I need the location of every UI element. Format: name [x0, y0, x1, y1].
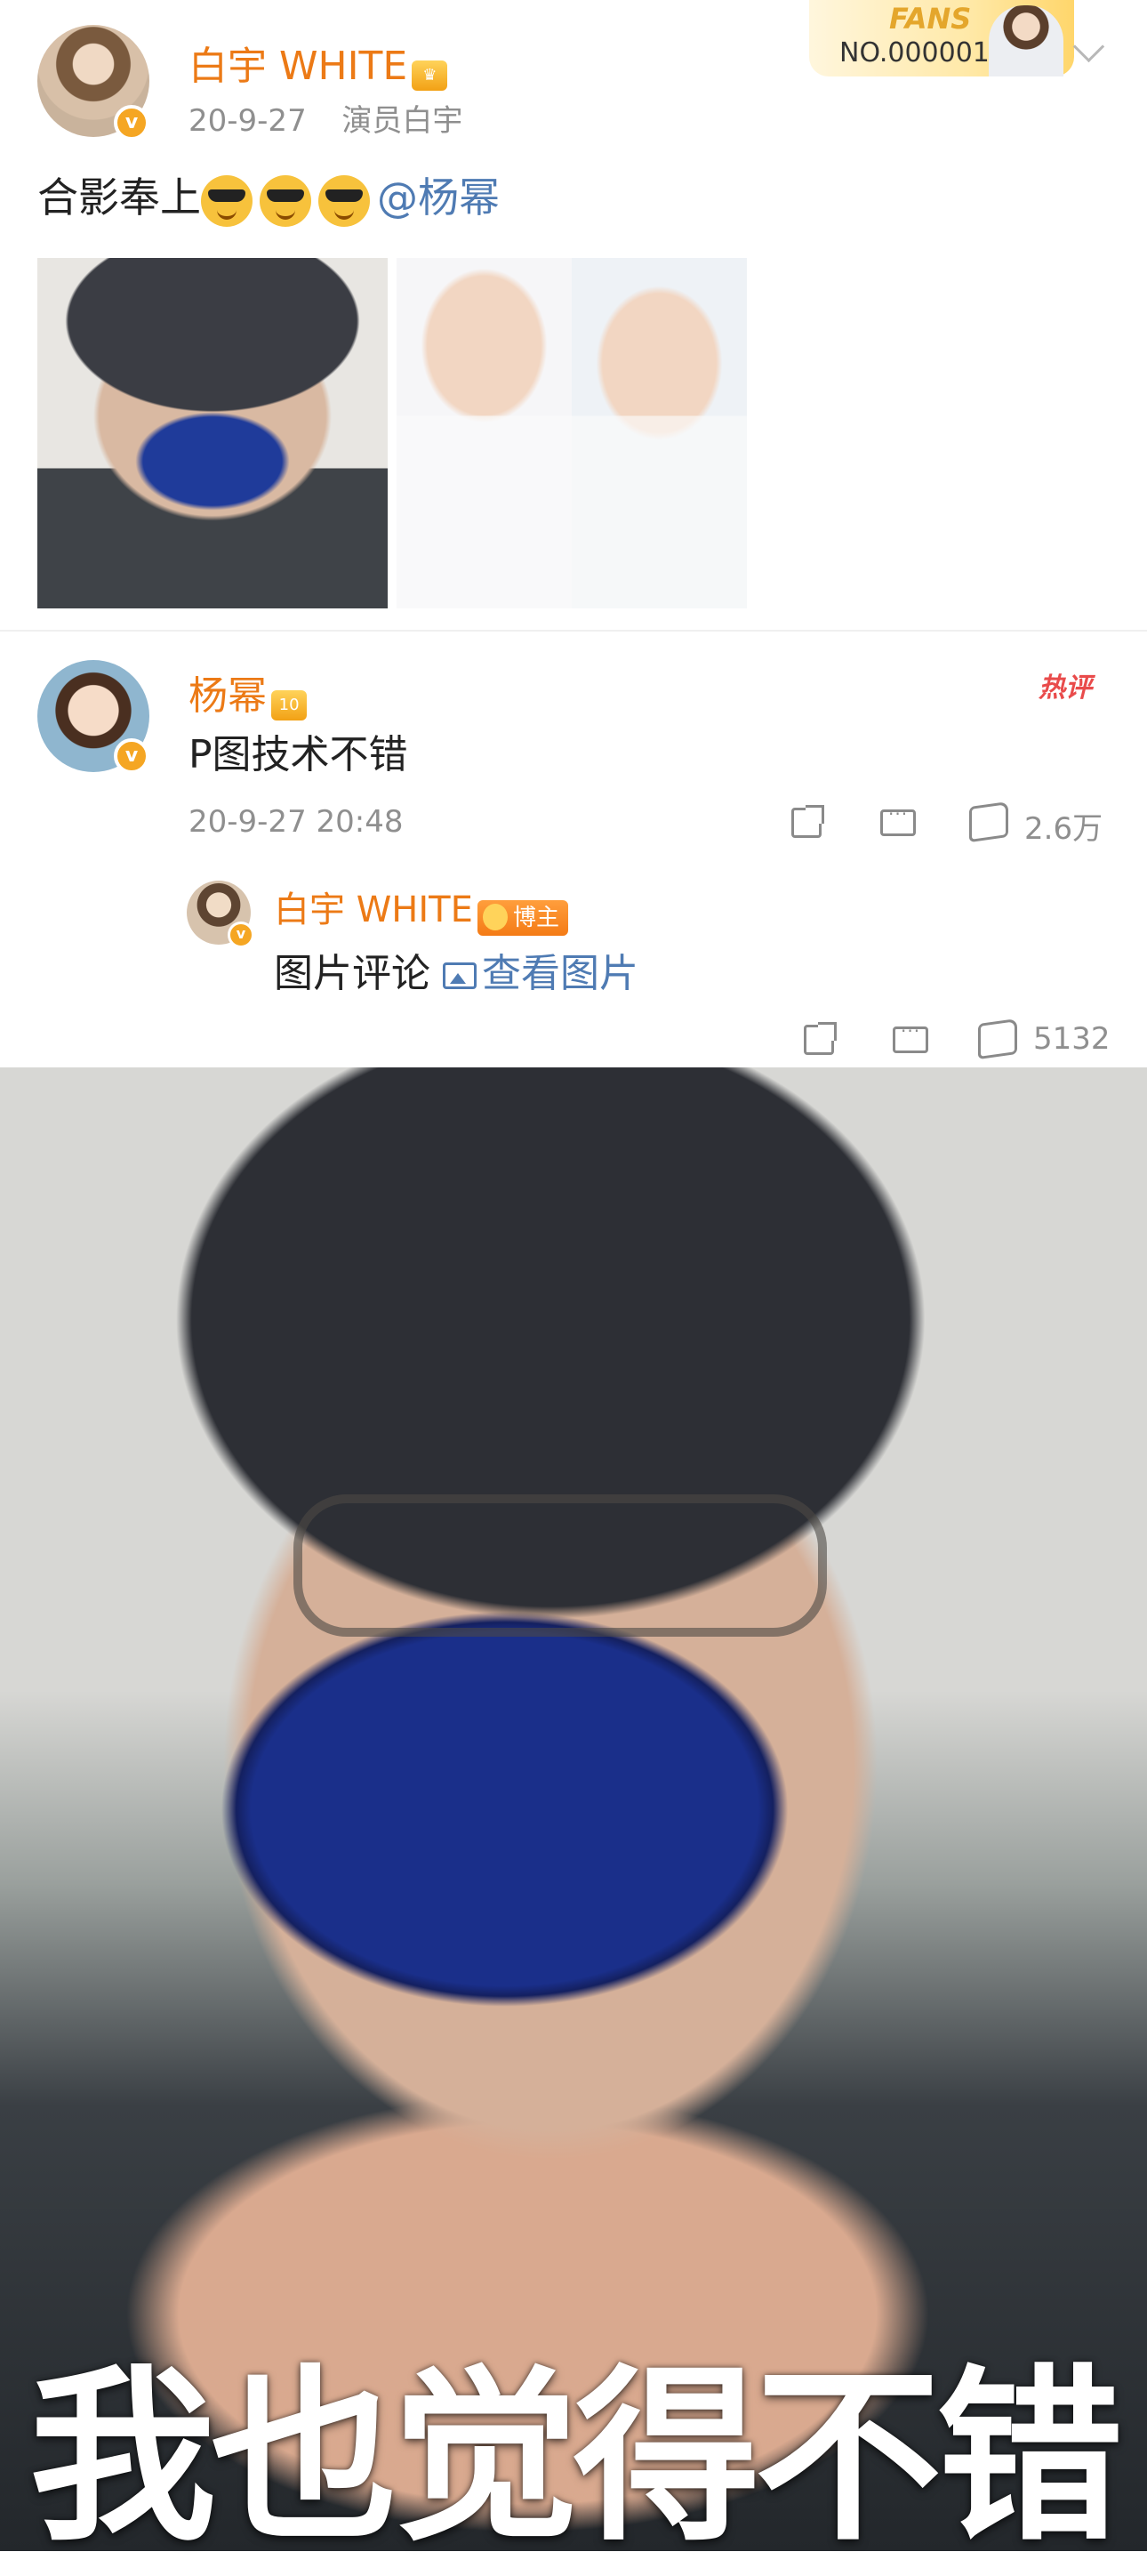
- blogger-badge: 博主: [477, 899, 568, 936]
- share-icon[interactable]: [804, 1022, 837, 1055]
- hot-comment-label: 热评: [1039, 672, 1092, 704]
- fans-badge-number: NO.000001: [839, 37, 990, 68]
- post-body: 合影奉上: [37, 173, 201, 221]
- post-image-2[interactable]: [397, 258, 747, 608]
- divider: [0, 630, 1147, 632]
- reply-author-row: 白宇 WHITE 博主: [274, 881, 568, 936]
- comment-author[interactable]: 杨幂: [188, 673, 267, 719]
- view-image-link[interactable]: 查看图片: [443, 951, 638, 996]
- fans-badge-title: FANS: [889, 2, 972, 36]
- meme-glasses: [293, 1494, 827, 1637]
- like-icon[interactable]: [978, 1018, 1017, 1060]
- cool-emoji-icon: [260, 174, 311, 227]
- post-date: 20-9-27: [188, 103, 307, 139]
- meme-caption: 我也觉得不错: [28, 2348, 1123, 2566]
- crown-icon: ♛: [412, 60, 448, 91]
- reply-prefix: 图片评论: [274, 951, 430, 996]
- verified-v-icon: v: [114, 738, 149, 774]
- share-icon[interactable]: [791, 805, 824, 838]
- author-name-row: 白宇 WHITE ♛: [188, 34, 448, 91]
- comment-text: P图技术不错: [188, 732, 408, 777]
- comment-icon[interactable]: [880, 803, 916, 836]
- mention-link[interactable]: @杨幂: [377, 173, 500, 221]
- chevron-down-icon[interactable]: [1072, 30, 1105, 63]
- view-image-label: 查看图片: [482, 951, 638, 996]
- image-icon: [443, 962, 477, 989]
- like-icon[interactable]: [969, 801, 1008, 843]
- comment-time: 20-9-27 20:48: [188, 804, 404, 840]
- comment-author-row: 杨幂 10: [188, 664, 308, 720]
- post-meta: 20-9-27 演员白宇: [188, 96, 462, 140]
- reply-text: 图片评论 查看图片: [274, 941, 638, 998]
- verified-v-icon: v: [114, 105, 149, 141]
- level-badge: 10: [271, 689, 308, 720]
- post-text: 合影奉上 @杨幂: [37, 165, 500, 227]
- reply-author[interactable]: 白宇 WHITE: [274, 890, 473, 930]
- post-source: 演员白宇: [341, 103, 463, 139]
- cool-emoji-icon: [201, 174, 253, 227]
- cool-emoji-icon: [318, 174, 370, 227]
- author-name[interactable]: 白宇 WHITE: [188, 44, 407, 89]
- like-count: 2.6万: [1024, 811, 1103, 847]
- comment-icon[interactable]: [893, 1020, 928, 1053]
- post-image-1[interactable]: [37, 258, 388, 608]
- like-count: 5132: [1033, 1021, 1111, 1057]
- verified-v-icon: v: [228, 922, 254, 948]
- fans-badge-avatar: [989, 5, 1063, 76]
